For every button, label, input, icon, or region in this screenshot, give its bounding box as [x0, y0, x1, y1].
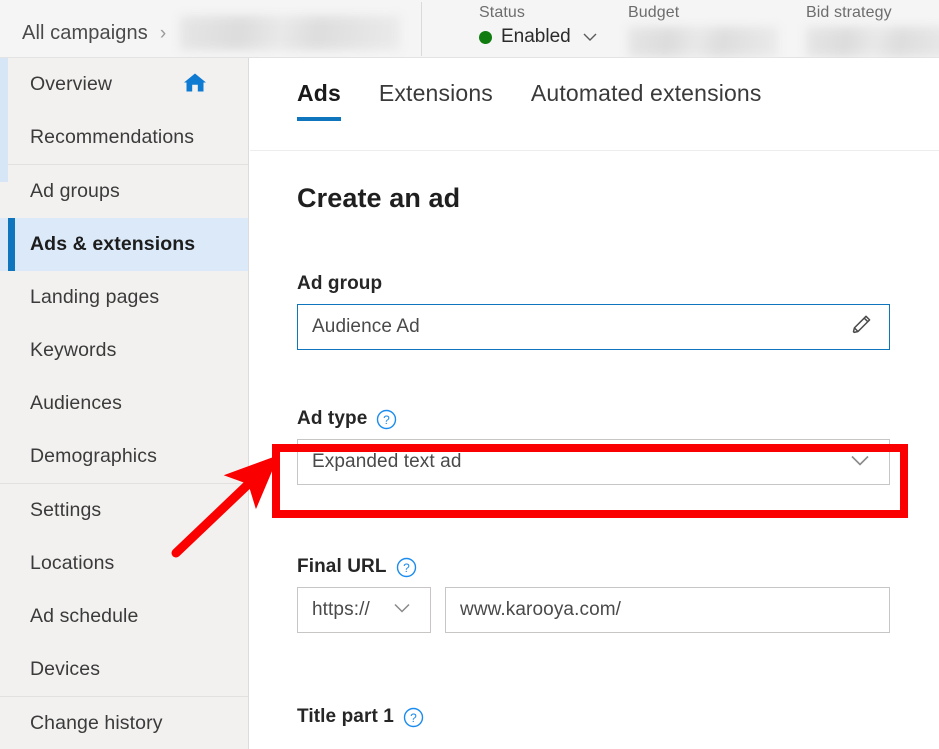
breadcrumb: All campaigns › — [22, 16, 401, 50]
budget-label: Budget — [628, 4, 680, 21]
sidebar-item-ad-groups[interactable]: Ad groups — [0, 165, 248, 218]
ad-group-label: Ad group — [297, 273, 383, 294]
sidebar-item-landing-pages[interactable]: Landing pages — [0, 271, 248, 324]
topbar-divider — [421, 2, 422, 56]
sidebar-item-label: Keywords — [30, 339, 117, 361]
final-url-input[interactable]: www.karooya.com/ — [445, 587, 890, 633]
status-label: Status — [479, 4, 525, 21]
budget-value-redacted[interactable] — [628, 27, 778, 57]
sidebar-item-change-history[interactable]: Change history — [0, 697, 248, 749]
sidebar-item-label: Audiences — [30, 392, 122, 414]
sidebar: Overview Recommendations Ad groups Ads &… — [0, 58, 249, 749]
status-value-row[interactable]: Enabled — [479, 26, 600, 48]
sidebar-item-audiences[interactable]: Audiences — [0, 377, 248, 430]
final-url-label-row: Final URL ? — [297, 556, 890, 578]
final-url-value: www.karooya.com/ — [460, 599, 622, 620]
bid-strategy-label: Bid strategy — [806, 4, 892, 21]
ad-type-label: Ad type — [297, 408, 368, 429]
sidebar-item-label: Recommendations — [30, 126, 195, 148]
sidebar-item-label: Change history — [30, 712, 163, 734]
bid-strategy-value-redacted[interactable] — [806, 27, 939, 57]
page-title: Create an ad — [297, 183, 461, 213]
help-icon[interactable]: ? — [376, 409, 397, 430]
tab-label: Ads — [297, 80, 341, 106]
breadcrumb-all-campaigns[interactable]: All campaigns — [22, 22, 148, 45]
final-url-field: Final URL ? https:// www.karooya.com/ — [297, 556, 890, 633]
budget-block: Budget — [628, 4, 778, 62]
ad-group-input[interactable]: Audience Ad — [297, 304, 890, 350]
app-root: All campaigns › Status Enabled Budget Bi… — [0, 0, 939, 749]
sidebar-item-overview[interactable]: Overview — [0, 58, 248, 111]
help-icon[interactable]: ? — [403, 707, 424, 728]
sidebar-item-label: Landing pages — [30, 286, 160, 308]
home-icon — [182, 70, 208, 99]
tab-label: Extensions — [378, 80, 493, 106]
status-value: Enabled — [501, 26, 571, 47]
title-part-1-label-row: Title part 1 ? — [297, 706, 424, 728]
sidebar-item-label: Ads & extensions — [30, 233, 196, 255]
pencil-icon[interactable] — [849, 312, 875, 343]
bid-strategy-block: Bid strategy — [806, 4, 939, 62]
tab-extensions[interactable]: Extensions — [379, 80, 493, 121]
sidebar-item-recommendations[interactable]: Recommendations — [0, 111, 248, 164]
sidebar-item-label: Ad groups — [30, 180, 120, 202]
sidebar-item-label: Demographics — [30, 445, 157, 467]
sidebar-item-demographics[interactable]: Demographics — [0, 430, 248, 483]
ad-type-value: Expanded text ad — [312, 451, 462, 472]
final-url-label: Final URL — [297, 556, 387, 577]
sidebar-item-locations[interactable]: Locations — [0, 537, 248, 590]
sidebar-group-4: Change history — [0, 697, 248, 749]
svg-text:?: ? — [410, 711, 417, 725]
tab-ads[interactable]: Ads — [297, 80, 341, 121]
breadcrumb-chevron-icon: › — [159, 22, 167, 44]
status-dot-icon — [479, 30, 492, 44]
sidebar-group-2: Ad groups Ads & extensions Landing pages… — [0, 165, 248, 484]
protocol-dropdown[interactable]: https:// — [297, 587, 431, 633]
sidebar-item-label: Settings — [30, 499, 102, 521]
sidebar-item-devices[interactable]: Devices — [0, 643, 248, 696]
sidebar-group-1: Overview Recommendations — [0, 58, 248, 165]
final-url-row: https:// www.karooya.com/ — [297, 587, 890, 633]
sidebar-group-3: Settings Locations Ad schedule Devices — [0, 484, 248, 697]
status-chevron-down-icon[interactable] — [580, 27, 600, 47]
title-part-1-label: Title part 1 — [297, 706, 394, 727]
svg-text:?: ? — [384, 413, 391, 427]
sidebar-item-settings[interactable]: Settings — [0, 484, 248, 537]
title-part-1-field: Title part 1 ? — [297, 706, 424, 728]
ad-type-dropdown[interactable]: Expanded text ad — [297, 439, 890, 485]
tab-bar: Ads Extensions Automated extensions — [250, 80, 800, 121]
top-bar: All campaigns › Status Enabled Budget Bi… — [0, 0, 939, 58]
tab-automated-extensions[interactable]: Automated extensions — [531, 80, 762, 121]
ad-group-value: Audience Ad — [312, 316, 420, 337]
ad-group-field: Ad group Audience Ad — [297, 273, 890, 350]
help-icon[interactable]: ? — [396, 557, 417, 578]
ad-group-label-row: Ad group — [297, 273, 890, 295]
svg-text:?: ? — [403, 561, 410, 575]
sidebar-item-ad-schedule[interactable]: Ad schedule — [0, 590, 248, 643]
sidebar-item-keywords[interactable]: Keywords — [0, 324, 248, 377]
status-block: Status Enabled — [479, 4, 600, 48]
tab-label: Automated extensions — [530, 80, 762, 106]
protocol-value: https:// — [312, 599, 370, 620]
chevron-down-icon[interactable] — [390, 596, 414, 625]
sidebar-item-label: Devices — [30, 658, 101, 680]
tab-bar-divider — [250, 150, 939, 151]
breadcrumb-campaign-name-redacted[interactable] — [180, 16, 401, 50]
sidebar-item-label: Locations — [30, 552, 115, 574]
ad-type-label-row: Ad type ? — [297, 408, 890, 430]
sidebar-item-label: Ad schedule — [30, 605, 139, 627]
ad-type-field: Ad type ? Expanded text ad — [297, 408, 890, 485]
sidebar-item-ads-and-extensions[interactable]: Ads & extensions — [0, 218, 248, 271]
main-content: Ads Extensions Automated extensions Crea… — [250, 58, 939, 749]
sidebar-item-label: Overview — [30, 73, 113, 95]
chevron-down-icon[interactable] — [847, 447, 873, 478]
